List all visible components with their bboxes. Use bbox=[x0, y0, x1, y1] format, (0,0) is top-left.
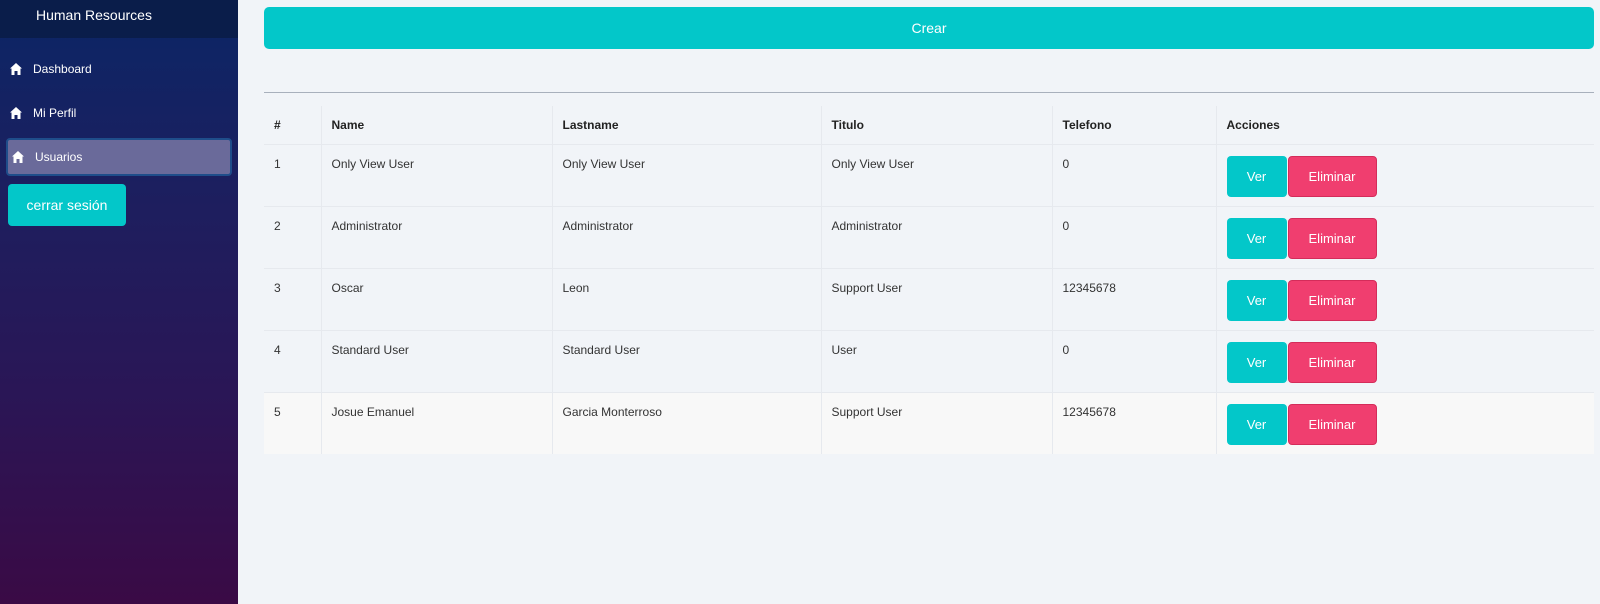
view-button[interactable]: Ver bbox=[1226, 217, 1287, 259]
view-button[interactable]: Ver bbox=[1226, 155, 1287, 197]
view-button[interactable]: Ver bbox=[1226, 403, 1287, 445]
cell-actions: Ver Eliminar bbox=[1216, 329, 1594, 392]
cell-lastname: Garcia Monterroso bbox=[552, 391, 822, 454]
sidebar-item-dashboard[interactable]: Dashboard bbox=[6, 50, 232, 88]
cell-lastname: Standard User bbox=[552, 329, 822, 392]
table-row: 3 Oscar Leon Support User 12345678 Ver El… bbox=[264, 267, 1594, 330]
cell-id: 5 bbox=[264, 391, 322, 454]
cell-id: 4 bbox=[264, 329, 322, 392]
delete-button[interactable]: Eliminar bbox=[1287, 403, 1377, 445]
users-table: # Name Lastname Titulo Telefono Acciones… bbox=[264, 106, 1594, 454]
cell-actions: Ver Eliminar bbox=[1216, 205, 1594, 268]
cell-title: Support User bbox=[821, 391, 1053, 454]
sidebar-item-label: Mi Perfil bbox=[33, 106, 77, 120]
cell-phone: 0 bbox=[1052, 205, 1217, 268]
cell-id: 1 bbox=[264, 143, 322, 206]
delete-button[interactable]: Eliminar bbox=[1287, 217, 1377, 259]
sidebar: Human Resources Dashboard Mi Perfil Usua… bbox=[0, 0, 238, 604]
delete-button[interactable]: Eliminar bbox=[1287, 279, 1377, 321]
table-row: 4 Standard User Standard User User 0 Ver… bbox=[264, 329, 1594, 392]
delete-button[interactable]: Eliminar bbox=[1287, 341, 1377, 383]
home-icon bbox=[12, 151, 24, 163]
sidebar-item-mi-perfil[interactable]: Mi Perfil bbox=[6, 94, 232, 132]
cell-phone: 12345678 bbox=[1052, 267, 1217, 330]
column-header-lastname: Lastname bbox=[552, 106, 822, 144]
cell-phone: 0 bbox=[1052, 329, 1217, 392]
table-row: 5 Josue Emanuel Garcia Monterroso Suppor… bbox=[264, 391, 1594, 454]
logout-button[interactable]: cerrar sesión bbox=[8, 184, 126, 226]
table-row: 1 Only View User Only View User Only Vie… bbox=[264, 143, 1594, 206]
home-icon bbox=[10, 107, 22, 119]
cell-name: Oscar bbox=[321, 267, 553, 330]
cell-lastname: Leon bbox=[552, 267, 822, 330]
column-header-titulo: Titulo bbox=[821, 106, 1053, 144]
column-header-acciones: Acciones bbox=[1226, 117, 1280, 132]
cell-id: 2 bbox=[264, 205, 322, 268]
app-title: Human Resources bbox=[0, 0, 238, 38]
view-button[interactable]: Ver bbox=[1226, 341, 1287, 383]
delete-button[interactable]: Eliminar bbox=[1287, 155, 1377, 197]
cell-name: Standard User bbox=[321, 329, 553, 392]
cell-name: Only View User bbox=[321, 143, 553, 206]
sidebar-item-label: Usuarios bbox=[35, 150, 83, 164]
cell-lastname: Only View User bbox=[552, 143, 822, 206]
sidebar-item-usuarios[interactable]: Usuarios bbox=[6, 138, 232, 176]
cell-name: Josue Emanuel bbox=[321, 391, 553, 454]
column-header-telefono: Telefono bbox=[1052, 106, 1217, 144]
cell-title: Only View User bbox=[821, 143, 1053, 206]
cell-phone: 12345678 bbox=[1052, 391, 1217, 454]
sidebar-nav: Dashboard Mi Perfil Usuarios bbox=[0, 50, 238, 176]
create-button[interactable]: Crear bbox=[264, 7, 1594, 49]
column-header-name: Name bbox=[321, 106, 553, 144]
cell-title: Administrator bbox=[821, 205, 1053, 268]
cell-lastname: Administrator bbox=[552, 205, 822, 268]
main-content: Crear # Name Lastname Titulo Telefono Ac… bbox=[264, 7, 1594, 454]
table-header-row: # Name Lastname Titulo Telefono Acciones bbox=[264, 106, 1594, 144]
column-header-id: # bbox=[264, 106, 322, 144]
divider bbox=[264, 92, 1594, 93]
cell-actions: Ver Eliminar bbox=[1216, 391, 1594, 454]
cell-phone: 0 bbox=[1052, 143, 1217, 206]
table-row: 2 Administrator Administrator Administra… bbox=[264, 205, 1594, 268]
cell-title: User bbox=[821, 329, 1053, 392]
view-button[interactable]: Ver bbox=[1226, 279, 1287, 321]
cell-actions: Ver Eliminar bbox=[1216, 143, 1594, 206]
cell-title: Support User bbox=[821, 267, 1053, 330]
cell-actions: Ver Eliminar bbox=[1216, 267, 1594, 330]
cell-id: 3 bbox=[264, 267, 322, 330]
cell-name: Administrator bbox=[321, 205, 553, 268]
home-icon bbox=[10, 63, 22, 75]
sidebar-item-label: Dashboard bbox=[33, 62, 92, 76]
